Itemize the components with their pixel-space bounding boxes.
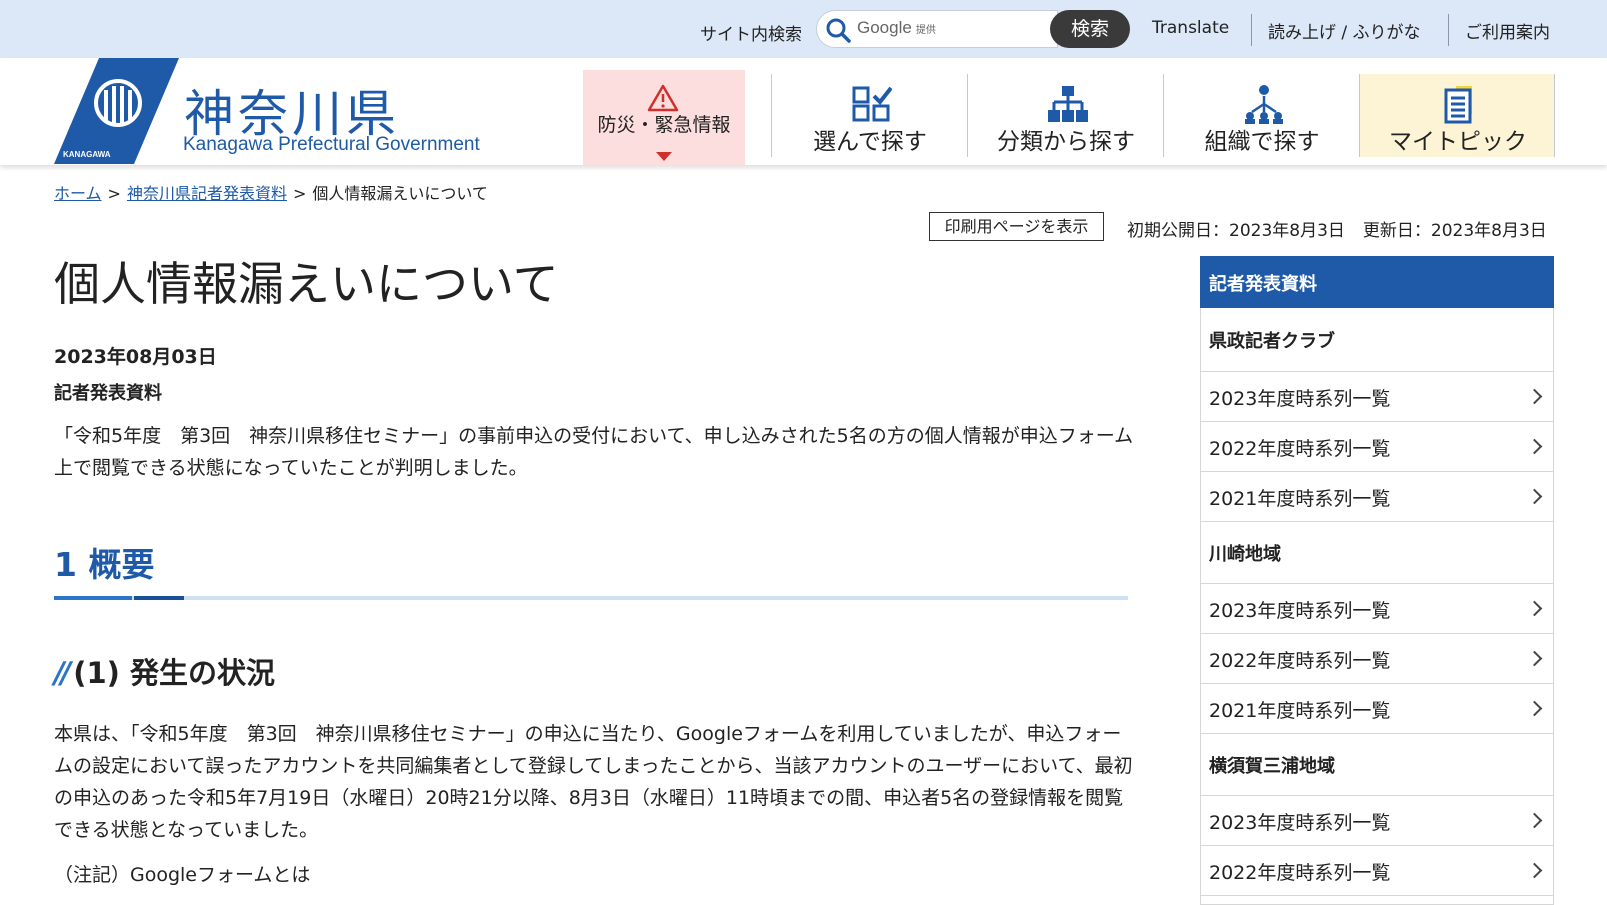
sidebar-item[interactable]: 2023年度時系列一覧 bbox=[1200, 371, 1554, 421]
nav-choose-label: 選んで探す bbox=[813, 129, 927, 155]
divider bbox=[1448, 14, 1449, 46]
read-aloud-link[interactable]: 読み上げ / ふりがな bbox=[1268, 18, 1421, 43]
organization-icon bbox=[1245, 85, 1283, 124]
chevron-right-icon bbox=[1526, 488, 1543, 505]
sidebar-group-kawasaki[interactable]: 川崎地域 bbox=[1200, 521, 1554, 583]
chevron-down-icon bbox=[656, 152, 672, 161]
publication-type: 記者発表資料 bbox=[54, 383, 162, 404]
warning-icon bbox=[647, 84, 679, 112]
page-dates: 初期公開日：2023年8月3日 更新日：2023年8月3日 bbox=[1127, 216, 1547, 241]
first-published-date: 初期公開日：2023年8月3日 bbox=[1127, 221, 1345, 241]
sidebar-item[interactable]: 2022年度時系列一覧 bbox=[1200, 421, 1554, 471]
sidebar-item[interactable]: 2022年度時系列一覧 bbox=[1200, 633, 1554, 683]
sidebar-item[interactable]: 2021年度時系列一覧 bbox=[1200, 471, 1554, 521]
subsection-heading: //(1) 発生の状況 bbox=[54, 656, 275, 690]
note-text: （注記）Googleフォームとは bbox=[54, 864, 311, 886]
sidebar-item[interactable]: 2023年度時系列一覧 bbox=[1200, 795, 1554, 845]
breadcrumb-home-link[interactable]: ホーム bbox=[54, 184, 102, 203]
site-header: KANAGAWA 神奈川県 Kanagawa Prefectural Gover… bbox=[0, 58, 1607, 165]
nav-mytopic-label: マイトピック bbox=[1389, 129, 1527, 155]
search-button[interactable]: 検索 bbox=[1050, 10, 1130, 48]
breadcrumb: ホーム > 神奈川県記者発表資料 > 個人情報漏えいについて bbox=[54, 184, 488, 203]
checklist-icon bbox=[852, 86, 892, 122]
nav-organization-search[interactable]: 組織で探す bbox=[1163, 74, 1359, 157]
heading-underline bbox=[54, 596, 1128, 600]
chevron-right-icon bbox=[1526, 812, 1543, 829]
divider bbox=[1251, 14, 1252, 46]
chevron-right-icon bbox=[1526, 388, 1543, 405]
site-subtitle: Kanagawa Prefectural Government bbox=[183, 134, 480, 155]
page-title: 個人情報漏えいについて bbox=[54, 257, 559, 311]
body-paragraph: 本県は、「令和5年度 第3回 神奈川県移住セミナー」の申込に当たり、Google… bbox=[54, 723, 1133, 841]
chevron-right-icon bbox=[1526, 700, 1543, 717]
publication-date: 2023年08月03日 bbox=[54, 346, 217, 368]
chevron-right-icon bbox=[1526, 650, 1543, 667]
nav-disaster-label: 防災・緊急情報 bbox=[597, 114, 731, 136]
search-input[interactable]: Google 提供 bbox=[816, 10, 1058, 48]
lead-paragraph: 「令和5年度 第3回 神奈川県移住セミナー」の事前申込の受付において、申し込みさ… bbox=[54, 425, 1134, 479]
breadcrumb-current: 個人情報漏えいについて bbox=[312, 184, 488, 203]
print-page-button[interactable]: 印刷用ページを表示 bbox=[929, 212, 1104, 241]
section-heading-overview: 1 概要 bbox=[54, 545, 155, 584]
nav-category-label: 分類から探す bbox=[997, 129, 1135, 155]
utility-bar: サイト内検索 Google 提供 検索 Translate 読み上げ / ふりがな… bbox=[0, 0, 1607, 58]
guide-link[interactable]: ご利用案内 bbox=[1465, 18, 1550, 43]
sidebar-item[interactable]: 2023年度時系列一覧 bbox=[1200, 583, 1554, 633]
notebook-icon bbox=[1444, 86, 1472, 124]
chevron-right-icon bbox=[1526, 600, 1543, 617]
hierarchy-icon bbox=[1048, 86, 1088, 122]
double-slash-icon: // bbox=[54, 656, 71, 690]
nav-mytopic[interactable]: マイトピック bbox=[1359, 74, 1555, 157]
search-icon bbox=[826, 18, 851, 43]
sidebar-item bbox=[1200, 895, 1554, 905]
translate-link[interactable]: Translate bbox=[1152, 18, 1229, 38]
site-search-label: サイト内検索 bbox=[700, 25, 802, 45]
nav-disaster-info[interactable]: 防災・緊急情報 bbox=[583, 70, 745, 165]
chevron-right-icon bbox=[1526, 438, 1543, 455]
updated-date: 更新日：2023年8月3日 bbox=[1362, 221, 1547, 241]
sidebar-heading[interactable]: 記者発表資料 bbox=[1200, 256, 1554, 308]
google-provider-mark: Google 提供 bbox=[857, 18, 936, 37]
svg-text:KANAGAWA: KANAGAWA bbox=[63, 150, 111, 159]
breadcrumb-section-link[interactable]: 神奈川県記者発表資料 bbox=[127, 184, 287, 203]
nav-organization-label: 組織で探す bbox=[1204, 129, 1320, 155]
sidebar-item[interactable]: 2022年度時系列一覧 bbox=[1200, 845, 1554, 895]
nav-category-search[interactable]: 分類から探す bbox=[967, 74, 1163, 157]
sidebar-group-prefectural-press-club[interactable]: 県政記者クラブ bbox=[1200, 327, 1554, 353]
kanagawa-logo-icon[interactable]: KANAGAWA bbox=[54, 58, 179, 164]
chevron-right-icon bbox=[1526, 862, 1543, 879]
sidebar-group-yokosuka-miura[interactable]: 横須賀三浦地域 bbox=[1200, 733, 1554, 795]
nav-choose-search[interactable]: 選んで探す bbox=[771, 74, 967, 157]
sidebar-item[interactable]: 2021年度時系列一覧 bbox=[1200, 683, 1554, 733]
